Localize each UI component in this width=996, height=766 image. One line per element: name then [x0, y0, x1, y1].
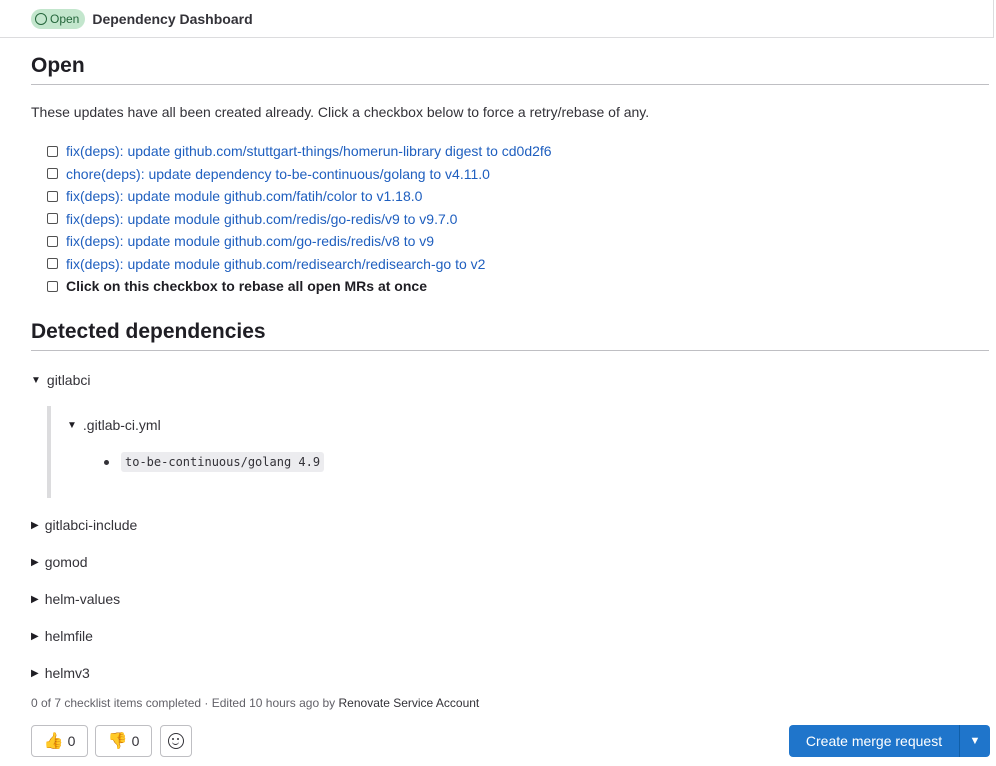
thumbs-down-icon: 👎	[107, 733, 128, 750]
checkbox[interactable]	[47, 190, 58, 202]
details-label: helmv3	[44, 665, 90, 681]
status-badge-label: Open	[50, 11, 80, 26]
edit-meta: 0 of 7 checklist items completed · Edite…	[31, 696, 479, 710]
chevron-down-icon: ▼	[969, 735, 981, 747]
issue-header: Open Dependency Dashboard	[0, 0, 994, 38]
create-merge-request-split-button: Create merge request ▼	[789, 725, 990, 757]
triangle-right-icon: ▶	[31, 630, 39, 642]
author-link[interactable]: Renovate Service Account	[339, 696, 480, 710]
open-intro-text: These updates have all been created alre…	[31, 104, 650, 120]
thumbs-up-count: 0	[67, 733, 76, 749]
update-link[interactable]: fix(deps): update module github.com/redi…	[66, 256, 485, 272]
dependency-item: to-be-continuous/golang 4.9	[104, 452, 325, 472]
checkbox[interactable]	[47, 213, 58, 225]
details-label: helmfile	[44, 628, 93, 644]
details-gitlabci-include[interactable]: ▶ gitlabci-include	[31, 517, 137, 533]
list-item: fix(deps): update module github.com/fati…	[47, 185, 552, 208]
open-heading: Open	[31, 54, 989, 85]
smiley-icon	[168, 733, 184, 749]
triangle-right-icon: ▶	[31, 519, 39, 531]
list-item: fix(deps): update module github.com/redi…	[47, 253, 552, 276]
add-reaction-button[interactable]	[160, 725, 192, 757]
thumbs-down-button[interactable]: 👎 0	[95, 725, 152, 757]
page-title: Dependency Dashboard	[92, 10, 253, 27]
checkbox[interactable]	[47, 168, 58, 180]
list-item: chore(deps): update dependency to-be-con…	[47, 163, 552, 186]
details-helmv3[interactable]: ▶ helmv3	[31, 665, 90, 681]
checkbox[interactable]	[47, 145, 58, 157]
thumbs-up-icon: 👍	[43, 733, 64, 750]
details-gitlabci[interactable]: ▼ gitlabci	[31, 372, 91, 388]
detected-heading: Detected dependencies	[31, 320, 989, 351]
rebase-all-checkbox[interactable]	[47, 280, 58, 292]
triangle-right-icon: ▶	[31, 667, 39, 679]
triangle-down-icon: ▼	[31, 374, 41, 386]
dependency-code: to-be-continuous/golang 4.9	[121, 452, 325, 472]
update-link[interactable]: fix(deps): update module github.com/redi…	[66, 211, 457, 227]
details-helm-values[interactable]: ▶ helm-values	[31, 591, 120, 607]
triangle-down-icon: ▼	[67, 419, 77, 431]
triangle-right-icon: ▶	[31, 556, 39, 568]
open-status-icon	[35, 12, 47, 25]
list-item: Click on this checkbox to rebase all ope…	[47, 275, 552, 298]
checkbox[interactable]	[47, 258, 58, 270]
triangle-right-icon: ▶	[31, 593, 39, 605]
details-label: helm-values	[44, 591, 121, 607]
list-item: fix(deps): update module github.com/go-r…	[47, 230, 552, 253]
update-link[interactable]: fix(deps): update module github.com/go-r…	[66, 233, 434, 249]
blockquote-bar	[47, 406, 51, 498]
list-item: fix(deps): update github.com/stuttgart-t…	[47, 140, 552, 163]
details-gomod[interactable]: ▶ gomod	[31, 554, 88, 570]
status-badge: Open	[31, 8, 86, 29]
details-label: .gitlab-ci.yml	[82, 417, 161, 433]
update-link[interactable]: chore(deps): update dependency to-be-con…	[66, 166, 490, 182]
details-helmfile[interactable]: ▶ helmfile	[31, 628, 93, 644]
create-merge-request-button[interactable]: Create merge request	[789, 725, 959, 757]
rebase-all-label: Click on this checkbox to rebase all ope…	[66, 278, 427, 295]
thumbs-down-count: 0	[131, 733, 140, 749]
details-gitlab-ci-yml[interactable]: ▼ .gitlab-ci.yml	[67, 417, 161, 433]
update-checklist: fix(deps): update github.com/stuttgart-t…	[47, 140, 552, 298]
checkbox[interactable]	[47, 235, 58, 247]
details-label: gomod	[44, 554, 88, 570]
bullet-icon	[104, 459, 109, 465]
update-link[interactable]: fix(deps): update module github.com/fati…	[66, 188, 422, 204]
update-link[interactable]: fix(deps): update github.com/stuttgart-t…	[66, 143, 552, 159]
list-item: fix(deps): update module github.com/redi…	[47, 208, 552, 231]
details-label: gitlabci	[46, 372, 91, 388]
checklist-status: 0 of 7 checklist items completed · Edite…	[31, 696, 336, 710]
merge-request-dropdown-toggle[interactable]: ▼	[959, 725, 990, 757]
thumbs-up-button[interactable]: 👍 0	[31, 725, 88, 757]
details-label: gitlabci-include	[44, 517, 138, 533]
